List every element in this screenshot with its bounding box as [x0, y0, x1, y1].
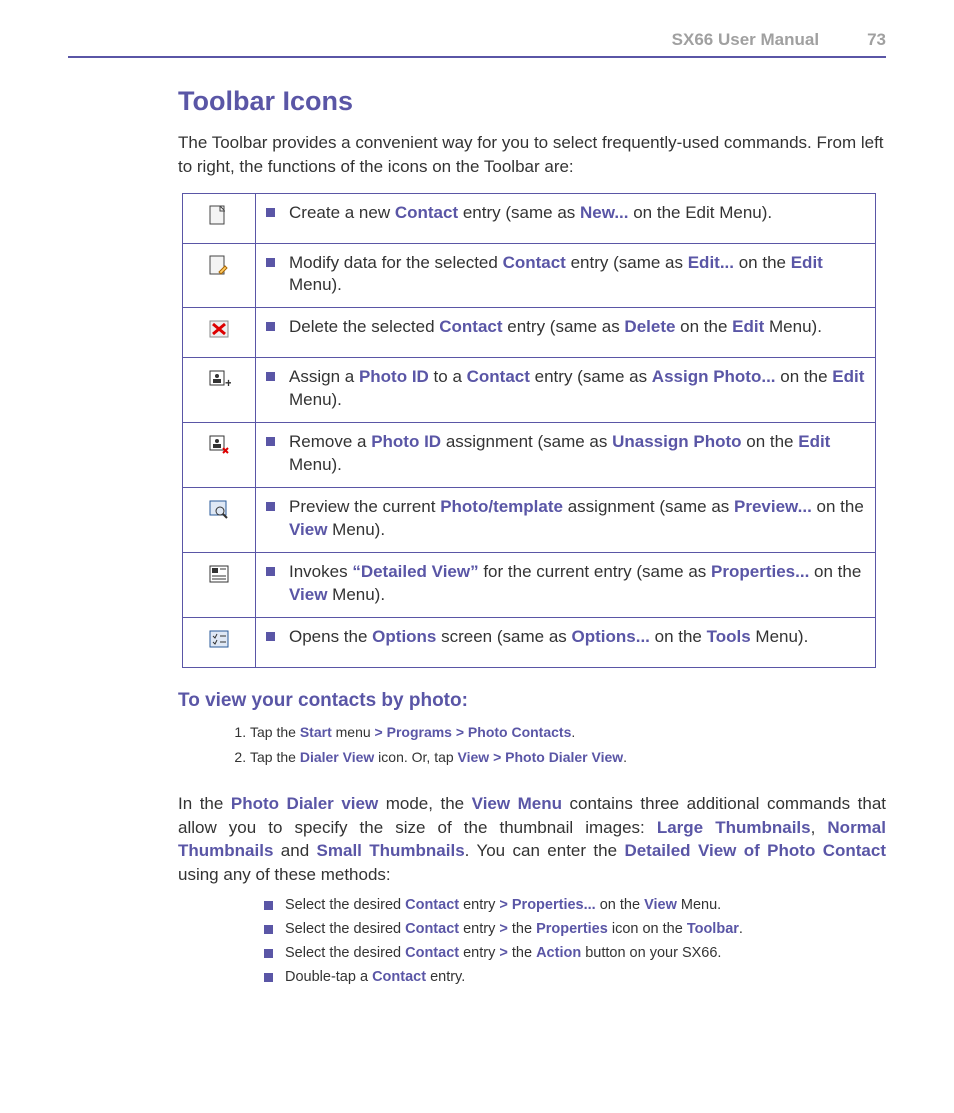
icon-cell: [183, 423, 256, 488]
desc-cell: Remove a Photo ID assignment (same as Un…: [256, 423, 876, 488]
table-row: + Assign a Photo ID to a Contact entry (…: [183, 358, 876, 423]
icon-cell: [183, 488, 256, 553]
bullet-text: Select the desired Contact entry > the A…: [285, 945, 721, 961]
desc-cell: Assign a Photo ID to a Contact entry (sa…: [256, 358, 876, 423]
bullet-icon: [266, 372, 275, 381]
desc-cell: Delete the selected Contact entry (same …: [256, 308, 876, 358]
list-item: Select the desired Contact entry > the P…: [264, 921, 886, 937]
subsection-heading: To view your contacts by photo:: [178, 690, 886, 712]
list-item: Select the desired Contact entry > the A…: [264, 945, 886, 961]
steps-list: Tap the Start menu > Programs > Photo Co…: [250, 722, 886, 768]
bullet-icon: [266, 258, 275, 267]
list-item: Select the desired Contact entry > Prope…: [264, 897, 886, 913]
bullet-text: Select the desired Contact entry > Prope…: [285, 897, 721, 913]
icon-cell: [183, 308, 256, 358]
bullet-icon: [264, 949, 273, 958]
page-header: SX66 User Manual 73: [68, 30, 886, 58]
manual-title: SX66 User Manual: [672, 30, 819, 50]
icon-cell: [183, 617, 256, 667]
table-row: Modify data for the selected Contact ent…: [183, 243, 876, 308]
desc-cell: Create a new Contact entry (same as New.…: [256, 193, 876, 243]
table-row: Opens the Options screen (same as Option…: [183, 617, 876, 667]
row-text: Delete the selected Contact entry (same …: [289, 316, 865, 339]
bullet-icon: [266, 437, 275, 446]
new-contact-icon: [207, 204, 231, 226]
table-row: Invokes “Detailed View” for the current …: [183, 552, 876, 617]
desc-cell: Modify data for the selected Contact ent…: [256, 243, 876, 308]
unassign-photo-icon: [207, 433, 231, 455]
desc-cell: Invokes “Detailed View” for the current …: [256, 552, 876, 617]
list-item: Tap the Dialer View icon. Or, tap View >…: [250, 747, 886, 768]
options-icon: [207, 628, 231, 650]
table-row: Create a new Contact entry (same as New.…: [183, 193, 876, 243]
icon-cell: +: [183, 358, 256, 423]
bullet-text: Double-tap a Contact entry.: [285, 969, 465, 985]
bullet-icon: [264, 973, 273, 982]
table-row: Preview the current Photo/template assig…: [183, 488, 876, 553]
icon-cell: [183, 552, 256, 617]
row-text: Modify data for the selected Contact ent…: [289, 252, 865, 298]
bullet-text: Select the desired Contact entry > the P…: [285, 921, 743, 937]
icon-cell: [183, 193, 256, 243]
row-text: Invokes “Detailed View” for the current …: [289, 561, 865, 607]
bullet-icon: [266, 502, 275, 511]
svg-text:+: +: [225, 376, 231, 390]
delete-contact-icon: [207, 318, 231, 340]
row-text: Remove a Photo ID assignment (same as Un…: [289, 431, 865, 477]
preview-icon: [207, 498, 231, 520]
row-text: Assign a Photo ID to a Contact entry (sa…: [289, 366, 865, 412]
intro-paragraph: The Toolbar provides a convenient way fo…: [178, 131, 886, 179]
table-row: Delete the selected Contact entry (same …: [183, 308, 876, 358]
edit-contact-icon: [207, 254, 231, 276]
row-text: Preview the current Photo/template assig…: [289, 496, 865, 542]
row-text: Create a new Contact entry (same as New.…: [289, 202, 865, 225]
bullet-icon: [264, 901, 273, 910]
desc-cell: Preview the current Photo/template assig…: [256, 488, 876, 553]
properties-icon: [207, 563, 231, 585]
section-heading: Toolbar Icons: [178, 86, 886, 117]
page: SX66 User Manual 73 Toolbar Icons The To…: [0, 0, 954, 1023]
icon-cell: [183, 243, 256, 308]
bullet-icon: [266, 632, 275, 641]
bullet-list: Select the desired Contact entry > Prope…: [264, 897, 886, 985]
bullet-icon: [266, 208, 275, 217]
bullet-icon: [264, 925, 273, 934]
bullet-icon: [266, 322, 275, 331]
desc-cell: Opens the Options screen (same as Option…: [256, 617, 876, 667]
content: Toolbar Icons The Toolbar provides a con…: [178, 86, 886, 985]
toolbar-table: Create a new Contact entry (same as New.…: [182, 193, 876, 668]
body-paragraph: In the Photo Dialer view mode, the View …: [178, 792, 886, 887]
table-row: Remove a Photo ID assignment (same as Un…: [183, 423, 876, 488]
page-number: 73: [867, 30, 886, 50]
list-item: Double-tap a Contact entry.: [264, 969, 886, 985]
assign-photo-icon: +: [207, 368, 231, 390]
row-text: Opens the Options screen (same as Option…: [289, 626, 865, 649]
list-item: Tap the Start menu > Programs > Photo Co…: [250, 722, 886, 743]
bullet-icon: [266, 567, 275, 576]
